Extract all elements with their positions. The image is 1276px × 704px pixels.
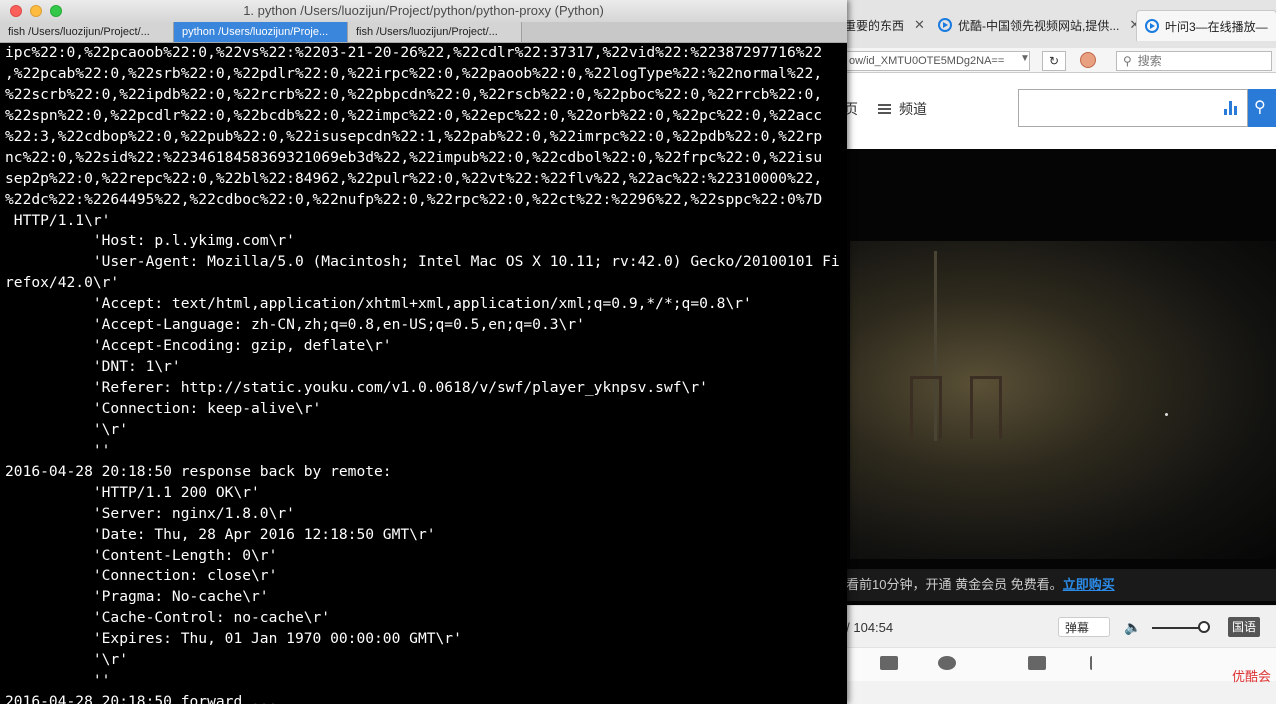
terminal-tab-python[interactable]: python /Users/luozijun/Proje... (174, 22, 348, 42)
terminal-line: %22:3,%22cdbop%22:0,%22pub%22:0,%22isuse… (5, 127, 823, 145)
volume-icon[interactable]: 🔈 (1124, 619, 1141, 636)
terminal-line: 'Host: p.l.ykimg.com\r' (5, 232, 295, 250)
terminal-line: 2016-04-28 20:18:50 forward ... (5, 693, 278, 704)
video-frame (850, 241, 1276, 559)
terminal-line: sep2p%22:0,%22repc%22:0,%22bl%22:84962,%… (5, 169, 823, 187)
search-icon: ⚲ (1123, 54, 1132, 68)
terminal-line: ipc%22:0,%22pcaoob%22:0,%22vs%22:%2203-2… (5, 44, 823, 61)
terminal-line: '\r' (5, 651, 129, 669)
terminal-line: nc%22:0,%22sid%22:%2234618458369321069eb… (5, 148, 823, 166)
site-search-button[interactable]: ⚲ (1248, 89, 1276, 127)
browser-tab-video[interactable]: 叶问3—在线播放— (1136, 10, 1276, 41)
youku-icon (938, 18, 952, 32)
terminal-line: 'Expires: Thu, 01 Jan 1970 00:00:00 GMT\… (5, 630, 462, 648)
title-bar: 1. python /Users/luozijun/Project/python… (0, 0, 847, 23)
comment-icon[interactable] (1028, 656, 1046, 670)
language-button[interactable]: 国语 (1228, 617, 1260, 637)
download-icon[interactable] (880, 656, 898, 670)
terminal-output[interactable]: ipc%22:0,%22pcaoob%22:0,%22vs%22:%2203-2… (5, 43, 845, 704)
terminal-line: 'Date: Thu, 28 Apr 2016 12:18:50 GMT\r' (5, 525, 436, 543)
reload-button[interactable]: ↻ (1042, 51, 1066, 71)
terminal-line: '' (5, 672, 111, 690)
youku-icon (1145, 19, 1159, 33)
browser-tab-bookmark[interactable]: 重要的东西 ✕ (844, 10, 925, 40)
terminal-line: ,%22pcab%22:0,%22srb%22:0,%22pdlr%22:0,%… (5, 64, 823, 82)
terminal-line: '' (5, 441, 111, 459)
chart-bars-icon[interactable] (1224, 101, 1237, 115)
danmu-toggle[interactable]: 弹幕 (1058, 617, 1110, 637)
video-scene-chair (910, 376, 942, 439)
video-scene-chair (970, 376, 1002, 439)
dropdown-arrow-icon[interactable]: ▼ (1020, 53, 1030, 64)
channel-label: 频道 (899, 101, 927, 117)
terminal-line: 'Cache-Control: no-cache\r' (5, 609, 331, 627)
terminal-line: HTTP/1.1\r' (5, 211, 111, 229)
window-title: 1. python /Users/luozijun/Project/python… (243, 3, 604, 18)
terminal-line: 'Accept-Encoding: gzip, deflate\r' (5, 337, 392, 355)
terminal-line: 'Accept: text/html,application/xhtml+xml… (5, 295, 752, 313)
terminal-line: 'Content-Length: 0\r' (5, 546, 278, 564)
site-search-input[interactable] (1018, 89, 1248, 127)
terminal-line: 'HTTP/1.1 200 OK\r' (5, 483, 260, 501)
vip-label[interactable]: 优酷会 (1232, 666, 1271, 685)
terminal-tab-fish-1[interactable]: fish /Users/luozijun/Project/... (0, 22, 174, 42)
video-scene-dot (1165, 413, 1168, 416)
terminal-tab-fish-2[interactable]: fish /Users/luozijun/Project/... (348, 22, 522, 42)
terminal-line: 'DNT: 1\r' (5, 358, 181, 376)
browser-tab-label: 优酷-中国领先视频网站,提供... (958, 18, 1120, 33)
terminal-line: %22scrb%22:0,%22ipdb%22:0,%22rcrb%22:0,%… (5, 85, 823, 103)
terminal-line: 'Referer: http://static.youku.com/v1.0.0… (5, 379, 708, 396)
terminal-line: refox/42.0\r' (5, 274, 120, 292)
adblock-icon[interactable] (1080, 52, 1096, 68)
volume-slider[interactable] (1152, 627, 1204, 629)
terminal-line: 'Connection: keep-alive\r' (5, 399, 322, 417)
terminal-line: 'Pragma: No-cache\r' (5, 588, 269, 606)
terminal-line: 'Accept-Language: zh-CN,zh;q=0.8,en-US;q… (5, 316, 585, 334)
close-icon[interactable]: ✕ (914, 17, 925, 33)
volume-knob[interactable] (1198, 621, 1210, 633)
channel-menu[interactable]: 频道 (878, 99, 927, 119)
share-icon[interactable] (938, 656, 956, 670)
terminal-line: %22dc%22:%2264495%22,%22cdboc%22:0,%22nu… (5, 190, 823, 208)
menu-icon (878, 104, 891, 114)
terminal-line: %22spn%22:0,%22pcdlr%22:0,%22bcdb%22:0,%… (5, 106, 823, 124)
browser-tab-label: 重要的东西 (844, 18, 905, 33)
expand-icon[interactable] (1090, 656, 1110, 670)
browser-tab-label: 叶问3—在线播放— (1165, 19, 1268, 34)
terminal-tab-bar: fish /Users/luozijun/Project/... python … (0, 22, 847, 43)
search-placeholder: 搜索 (1137, 54, 1162, 68)
buy-link[interactable]: 立即购买 (1063, 577, 1115, 592)
terminal-line: 'User-Agent: Mozilla/5.0 (Macintosh; Int… (5, 253, 840, 271)
terminal-line: 'Connection: close\r' (5, 567, 278, 585)
url-field[interactable]: ow/id_XMTU0OTE5MDg2NA== (846, 51, 1030, 71)
terminal-line: '\r' (5, 420, 129, 438)
terminal-line: 2016-04-28 20:18:50 response back by rem… (5, 462, 392, 480)
terminal-line: 'Server: nginx/1.8.0\r' (5, 504, 295, 522)
terminal-window: 1. python /Users/luozijun/Project/python… (0, 0, 847, 704)
browser-tab-youku[interactable]: 优酷-中国领先视频网站,提供... ✕ (938, 10, 1140, 40)
browser-search-input[interactable]: ⚲ 搜索 (1116, 51, 1272, 71)
